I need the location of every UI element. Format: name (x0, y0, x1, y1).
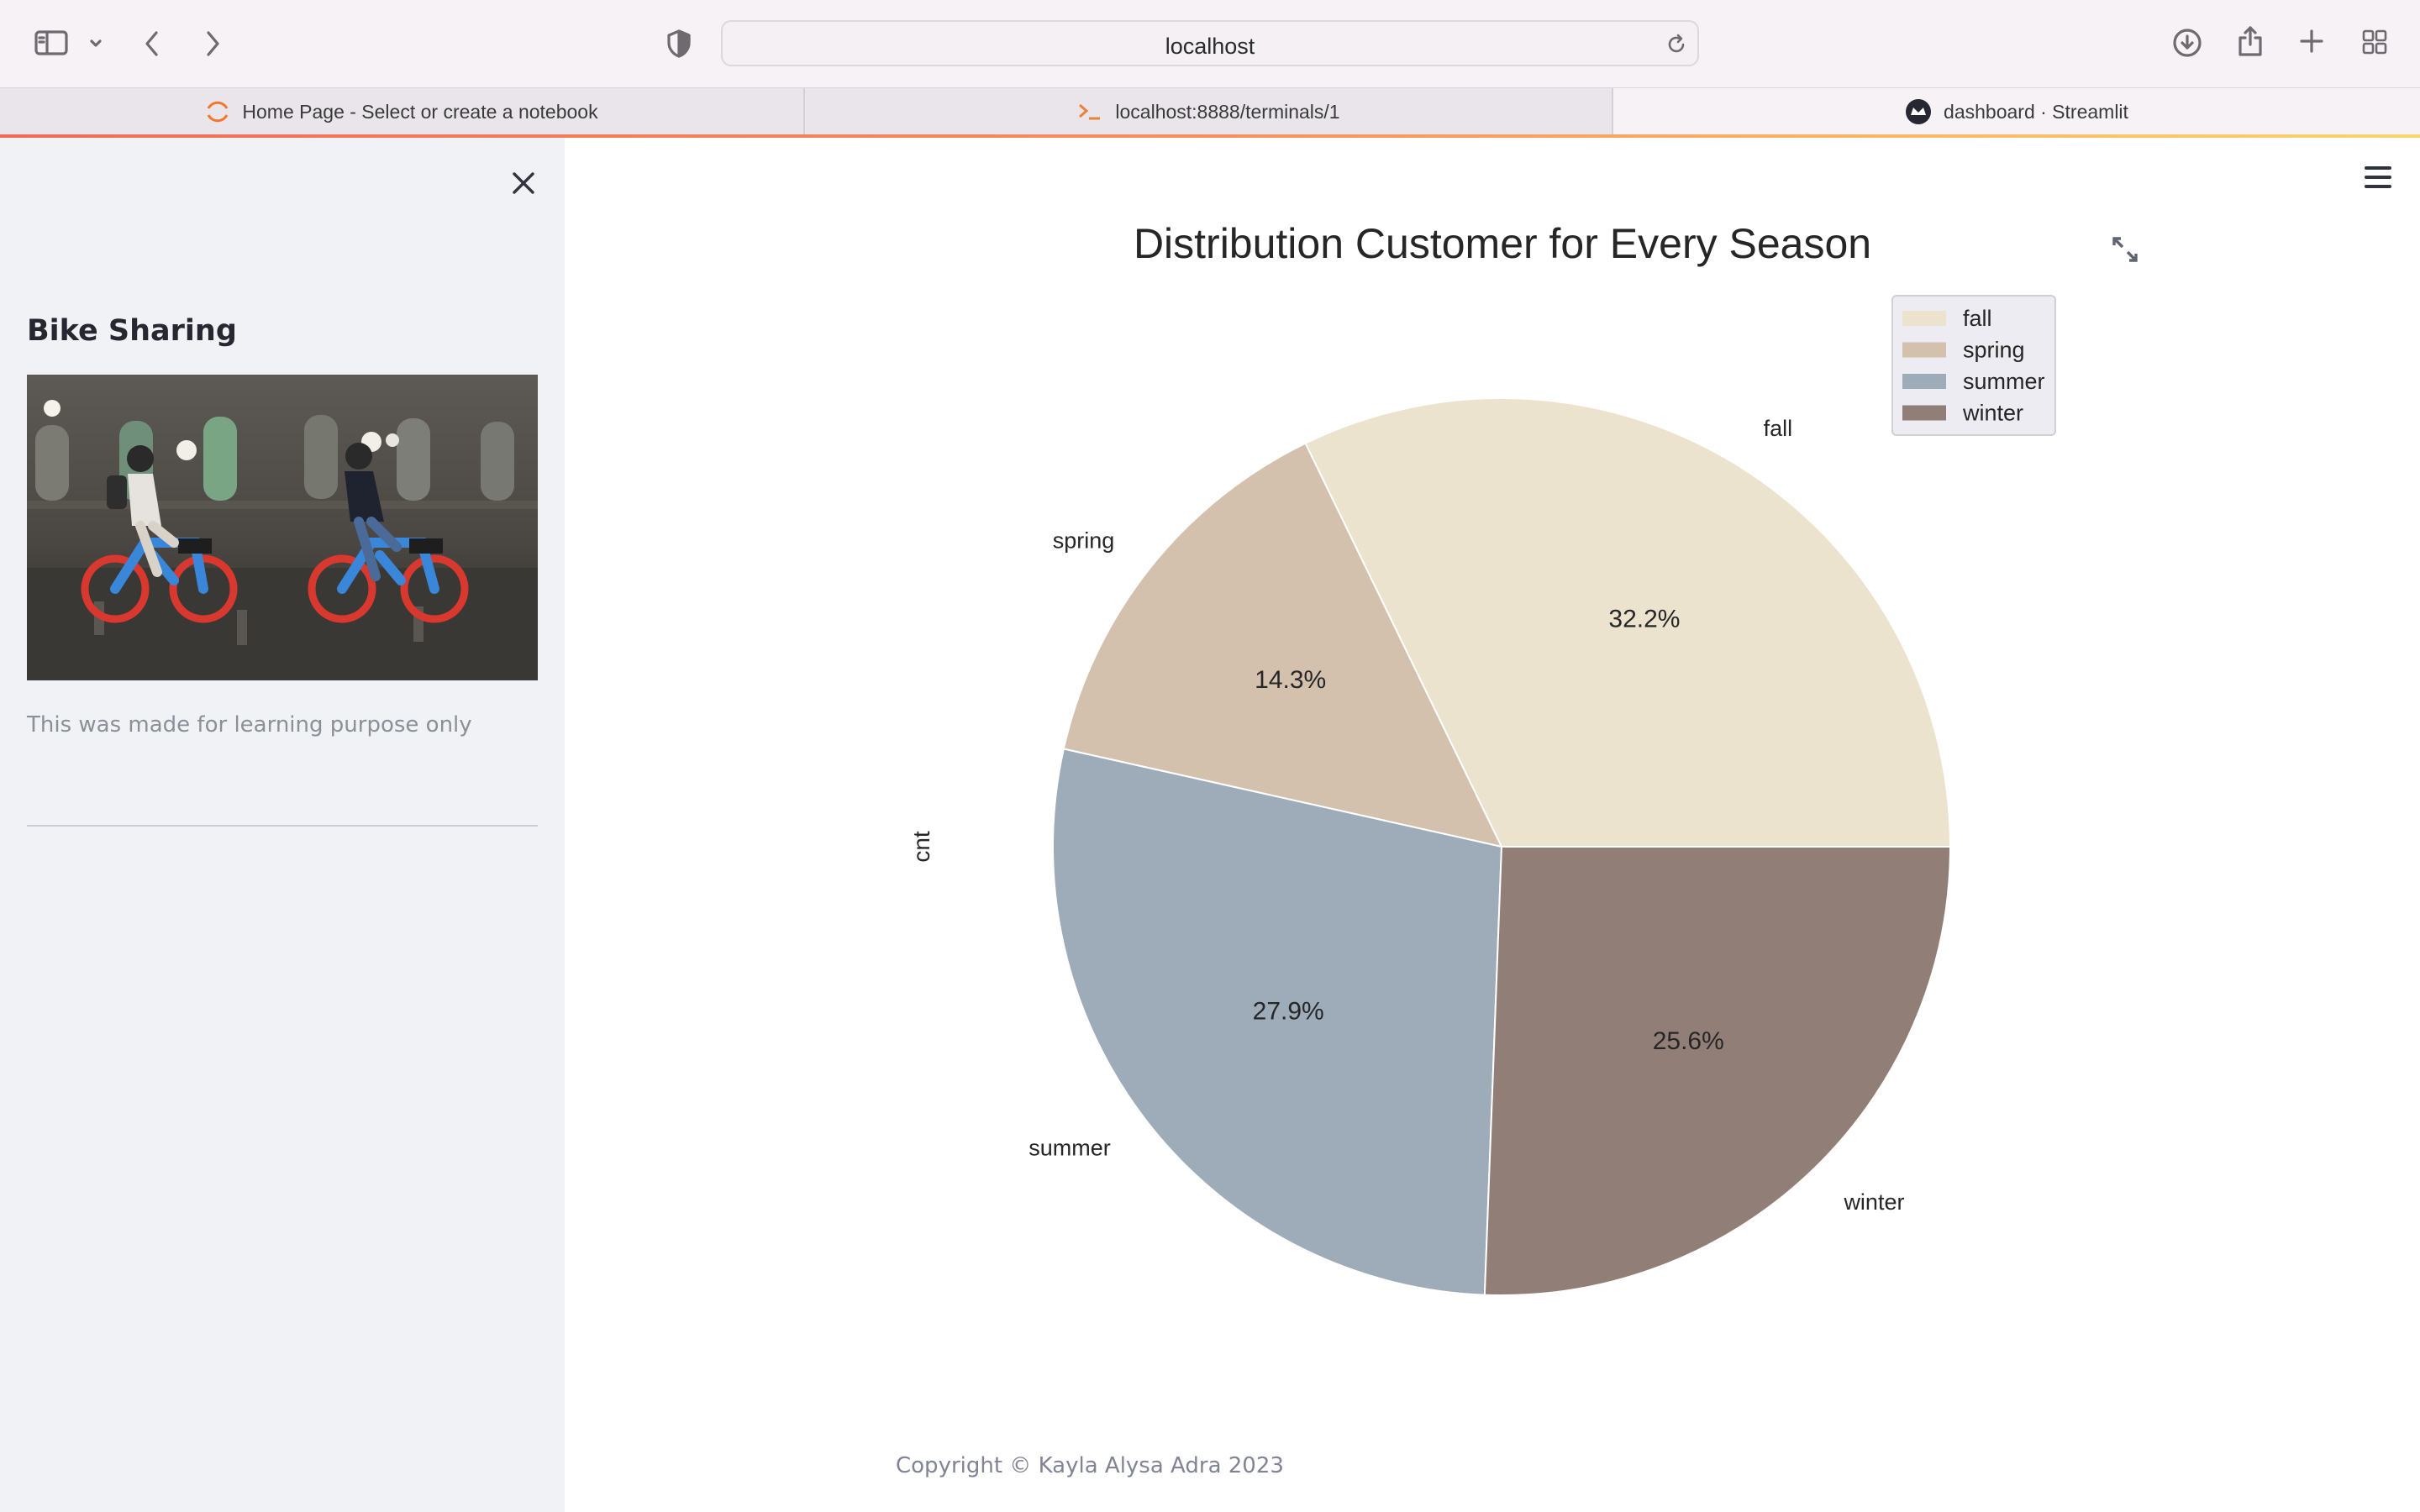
tab-overview-icon[interactable] (2360, 27, 2390, 57)
address-bar[interactable]: localhost (721, 20, 1699, 66)
pie-percent-label: 32.2% (1608, 605, 1680, 633)
back-icon[interactable] (139, 27, 165, 60)
season-pie-chart: Distribution Customer for Every Season c… (908, 220, 2056, 1296)
close-icon[interactable] (507, 166, 540, 200)
legend-label-summer: summer (1963, 369, 2045, 394)
address-text: localhost (1165, 34, 1255, 59)
tab-terminal[interactable]: localhost:8888/terminals/1 (805, 88, 1613, 135)
chart-title: Distribution Customer for Every Season (1134, 220, 1871, 267)
shield-icon[interactable] (666, 29, 692, 59)
tab-label: localhost:8888/terminals/1 (1115, 100, 1340, 123)
legend-swatch-winter (1902, 405, 1946, 421)
reload-icon[interactable] (1664, 32, 1689, 57)
pie-category-label: summer (1028, 1136, 1111, 1161)
chart-legend: fall spring summer winter (1891, 295, 2056, 436)
legend-label-winter: winter (1962, 401, 2023, 426)
tab-jupyter-home[interactable]: Home Page - Select or create a notebook (0, 88, 805, 135)
tab-bar: Home Page - Select or create a notebook … (0, 87, 2420, 135)
legend-swatch-spring (1902, 342, 1946, 358)
pie-category-label: winter (1843, 1189, 1904, 1215)
pie-slice-winter (1483, 846, 1952, 1296)
legend-label-spring: spring (1963, 338, 2025, 363)
jupyter-icon (205, 99, 230, 124)
browser-toolbar: localhost (0, 0, 2420, 87)
main-menu-icon[interactable] (2363, 165, 2393, 190)
forward-icon[interactable] (200, 27, 225, 60)
pie-percent-label: 25.6% (1653, 1027, 1724, 1055)
tab-label: dashboard · Streamlit (1944, 100, 2128, 123)
bike-sharing-image (27, 375, 538, 680)
legend-swatch-fall (1902, 311, 1946, 326)
pie-slices: 32.2% fall 14.3% spring 27.9% summer 25.6% wint… (1028, 397, 1952, 1296)
tab-label: Home Page - Select or create a notebook (242, 100, 598, 123)
chart-ylabel: cnt (908, 831, 934, 863)
pie-category-label: spring (1053, 528, 1115, 554)
download-icon[interactable] (2171, 27, 2203, 59)
pie-category-label: fall (1764, 416, 1793, 441)
legend-swatch-summer (1902, 374, 1946, 389)
streamlit-icon (1905, 98, 1932, 125)
legend-label-fall: fall (1963, 306, 1992, 331)
sidebar-caption: This was made for learning purpose only (27, 712, 472, 738)
new-tab-icon[interactable] (2297, 27, 2326, 55)
sidebar-divider (27, 825, 538, 827)
pie-percent-label: 27.9% (1253, 998, 1324, 1026)
terminal-icon (1076, 101, 1103, 123)
pie-percent-label: 14.3% (1255, 666, 1326, 694)
sidebar-title: Bike Sharing (27, 314, 237, 348)
sidebar: Bike Sharing This was made for learning … (0, 138, 565, 1512)
sidebar-toggle-icon[interactable] (34, 29, 69, 57)
footer-copyright: Copyright © Kayla Alysa Adra 2023 (896, 1453, 1284, 1478)
chevron-down-icon[interactable] (87, 35, 104, 52)
tab-streamlit-dashboard[interactable]: dashboard · Streamlit (1613, 88, 2420, 135)
share-icon[interactable] (2235, 24, 2265, 59)
